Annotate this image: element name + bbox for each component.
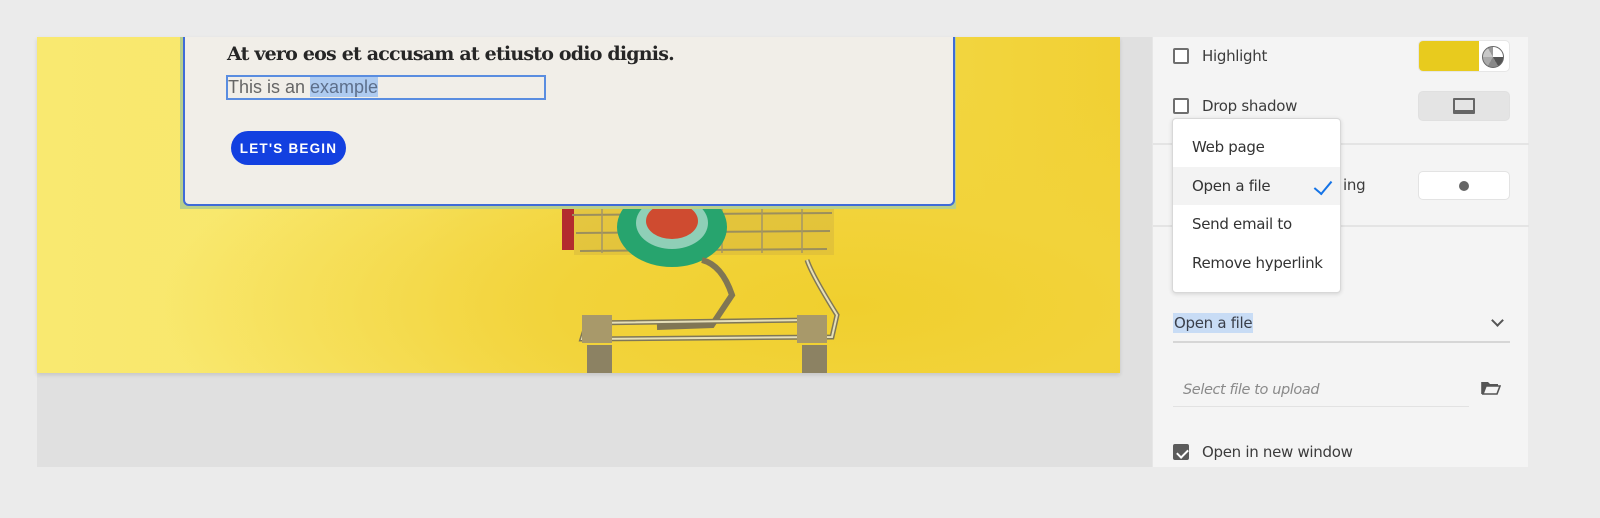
drop-shadow-row: Drop shadow xyxy=(1173,97,1297,115)
color-wheel-icon[interactable] xyxy=(1482,46,1504,68)
file-upload-field[interactable]: Select file to upload xyxy=(1173,373,1469,407)
link-type-menu: Web page Open a file Send email to Remov… xyxy=(1172,118,1341,293)
open-new-window-row: Open in new window xyxy=(1173,443,1353,461)
highlight-label: Highlight xyxy=(1202,47,1268,65)
input-text: This is an xyxy=(228,77,311,97)
text-edit-field[interactable]: This is an example xyxy=(226,75,546,100)
canvas-area: At vero eos et accusam at etiusto odio d… xyxy=(37,37,1152,467)
highlight-color-swatch[interactable] xyxy=(1418,40,1510,72)
highlight-color-fill xyxy=(1419,41,1479,71)
highlight-row: Highlight xyxy=(1173,47,1267,65)
drop-shadow-checkbox[interactable] xyxy=(1173,98,1189,114)
open-new-window-label: Open in new window xyxy=(1202,443,1353,461)
folder-icon[interactable] xyxy=(1481,380,1501,396)
menu-item-web-page[interactable]: Web page xyxy=(1173,128,1340,167)
drop-shadow-button[interactable] xyxy=(1418,91,1510,121)
menu-item-open-file[interactable]: Open a file xyxy=(1173,166,1340,205)
card-title: At vero eos et accusam at etiusto odio d… xyxy=(227,43,675,65)
menu-item-remove-hyperlink[interactable]: Remove hyperlink xyxy=(1173,244,1340,283)
link-type-select[interactable]: Open a file xyxy=(1173,305,1510,343)
drop-shadow-label: Drop shadow xyxy=(1202,97,1298,115)
shopping-cart-illustration xyxy=(562,205,840,373)
menu-item-label: Remove hyperlink xyxy=(1192,253,1323,272)
selected-text: example xyxy=(310,77,379,97)
partial-label: ing xyxy=(1343,176,1366,194)
lets-begin-button[interactable]: LET'S BEGIN xyxy=(231,131,346,165)
shadow-box-icon xyxy=(1453,98,1475,114)
checkmark-icon xyxy=(1313,175,1333,195)
dot-icon xyxy=(1459,180,1469,191)
dot-option-button[interactable] xyxy=(1418,171,1510,200)
menu-item-label: Send email to xyxy=(1192,215,1292,234)
link-type-value: Open a file xyxy=(1173,313,1254,333)
content-card[interactable]: At vero eos et accusam at etiusto odio d… xyxy=(183,37,955,206)
menu-item-label: Open a file xyxy=(1192,176,1271,195)
highlight-checkbox[interactable] xyxy=(1173,48,1189,64)
chevron-down-icon[interactable] xyxy=(1491,314,1504,327)
menu-item-send-email[interactable]: Send email to xyxy=(1173,205,1340,244)
open-new-window-checkbox[interactable] xyxy=(1173,444,1189,460)
menu-item-label: Web page xyxy=(1192,138,1265,157)
